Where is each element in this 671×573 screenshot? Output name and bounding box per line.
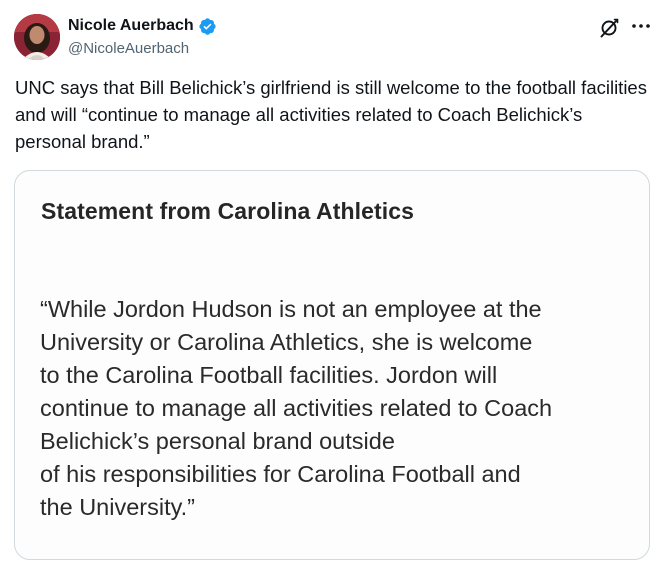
avatar-photo-icon	[14, 14, 60, 60]
tweet: Nicole Auerbach @NicoleAuerbach UNC says…	[0, 0, 671, 573]
tweet-text: UNC says that Bill Belichick’s girlfrien…	[15, 77, 647, 152]
author-handle[interactable]: @NicoleAuerbach	[68, 40, 189, 57]
author-name-row: Nicole Auerbach	[68, 15, 217, 37]
more-options-icon[interactable]	[624, 15, 658, 37]
author-display-name[interactable]: Nicole Auerbach	[68, 17, 194, 35]
statement-body: “While Jordon Hudson is not an employee …	[40, 296, 553, 520]
statement-title: Statement from Carolina Athletics	[41, 198, 415, 224]
grok-icon[interactable]	[598, 17, 620, 39]
avatar[interactable]	[14, 14, 60, 60]
media-card-image[interactable]: Statement from Carolina Athletics “While…	[14, 170, 650, 560]
verified-badge-icon	[198, 17, 217, 36]
